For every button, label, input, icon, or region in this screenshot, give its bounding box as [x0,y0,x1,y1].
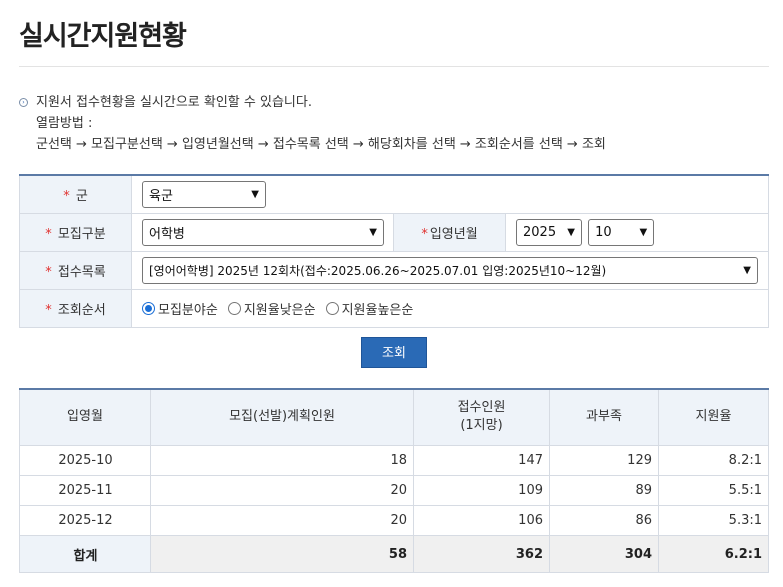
table-row: 2025-10 18 147 129 8.2:1 [19,445,769,476]
cell-received: 109 [413,475,550,506]
chevron-down-icon: ▼ [369,226,377,238]
cell-rate: 5.3:1 [658,505,769,536]
col-header-planned: 모집(선발)계획인원 [150,388,414,446]
total-label: 합계 [19,535,151,573]
enlist-month-select[interactable]: 10 ▼ [588,218,655,246]
button-row: 조회 [19,336,769,368]
chevron-down-icon: ▼ [639,226,648,238]
form-row-sort: * 조회순서 모집분야순 지원율낮은순 지원율높은순 [19,288,769,328]
chevron-down-icon: ▼ [567,226,575,238]
page-title: 실시간지원현황 [19,0,769,67]
sort-radio-high-rate[interactable]: 지원율높은순 [325,299,413,318]
recruit-type-select[interactable]: 어학병 ▼ [142,218,384,246]
chevron-down-icon: ▼ [251,188,259,200]
notice-line-3: 군선택 → 모집구분선택 → 입영년월선택 → 접수목록 선택 → 해당회차를 … [19,134,769,155]
application-list-label: * 접수목록 [19,250,132,290]
form-row-application: * 접수목록 [영어어학병] 2025년 12회차(접수:2025.06.26~… [19,250,769,290]
cell-month: 2025-12 [19,505,151,536]
circle-arrow-icon: › [19,98,28,107]
cell-planned: 20 [150,505,414,536]
notice-method-steps: 군선택 → 모집구분선택 → 입영년월선택 → 접수목록 선택 → 해당회차를 … [36,137,606,152]
cell-received: 106 [413,505,550,536]
cell-received: 147 [413,445,550,476]
branch-select[interactable]: 육군 ▼ [142,180,266,208]
sort-radio-field[interactable]: 모집분야순 [142,299,218,318]
search-form: * 군 육군▼ * 모집구분 어학병▼ *입영년월 2025▼ 10▼ [19,174,769,328]
table-header-row: 입영월 모집(선발)계획인원 접수인원 (1지망) 과부족 지원율 [19,388,769,446]
radio-unchecked-icon[interactable] [325,301,339,315]
total-surplus: 304 [549,535,659,573]
notice-text: 지원서 접수현황을 실시간으로 확인할 수 있습니다. [36,95,312,110]
sort-radio-low-rate[interactable]: 지원율낮은순 [227,299,316,318]
radio-checked-icon[interactable] [142,301,155,315]
col-header-received: 접수인원 (1지망) [413,388,550,446]
sort-order-label: * 조회순서 [19,288,132,328]
chevron-down-icon: ▼ [743,264,751,276]
results-table: 입영월 모집(선발)계획인원 접수인원 (1지망) 과부족 지원율 2025-1… [19,387,769,573]
radio-unchecked-icon[interactable] [227,301,241,315]
notice-line-2: 열람방법 : [19,113,769,134]
sort-order-radio-group: 모집분야순 지원율낮은순 지원율높은순 [142,299,768,318]
cell-surplus: 129 [549,445,659,476]
col-header-surplus: 과부족 [549,388,659,446]
cell-month: 2025-11 [19,475,151,506]
search-button[interactable]: 조회 [361,336,427,368]
application-list-select[interactable]: [영어어학병] 2025년 12회차(접수:2025.06.26~2025.07… [142,256,758,284]
enlist-date-label: * 입영년월 [393,212,506,252]
notice-line-1: › 지원서 접수현황을 실시간으로 확인할 수 있습니다. [19,92,769,113]
cell-rate: 5.5:1 [658,475,769,506]
notice-box: › 지원서 접수현황을 실시간으로 확인할 수 있습니다. 열람방법 : 군선택… [19,92,769,155]
table-row: 2025-12 20 106 86 5.3:1 [19,505,769,536]
col-header-month: 입영월 [19,388,151,446]
form-row-recruit: * 모집구분 어학병 ▼ * 입영년월 2025 ▼ 10 ▼ [19,212,769,252]
cell-surplus: 89 [549,475,659,506]
cell-surplus: 86 [549,505,659,536]
cell-planned: 18 [150,445,414,476]
cell-planned: 20 [150,475,414,506]
table-row: 2025-11 20 109 89 5.5:1 [19,475,769,506]
total-received: 362 [413,535,550,573]
enlist-year-select[interactable]: 2025 ▼ [516,218,582,246]
table-total-row: 합계 58 362 304 6.2:1 [19,535,769,573]
cell-month: 2025-10 [19,445,151,476]
recruit-type-label: * 모집구분 [19,212,132,252]
total-planned: 58 [150,535,414,573]
total-rate: 6.2:1 [658,535,769,573]
branch-label: * 군 [19,174,132,214]
notice-method-label: 열람방법 : [36,116,93,131]
cell-rate: 8.2:1 [658,445,769,476]
page: 실시간지원현황 › 지원서 접수현황을 실시간으로 확인할 수 있습니다. 열람… [0,0,783,587]
form-row-branch: * 군 육군 ▼ [19,174,769,214]
col-header-rate: 지원율 [658,388,769,446]
